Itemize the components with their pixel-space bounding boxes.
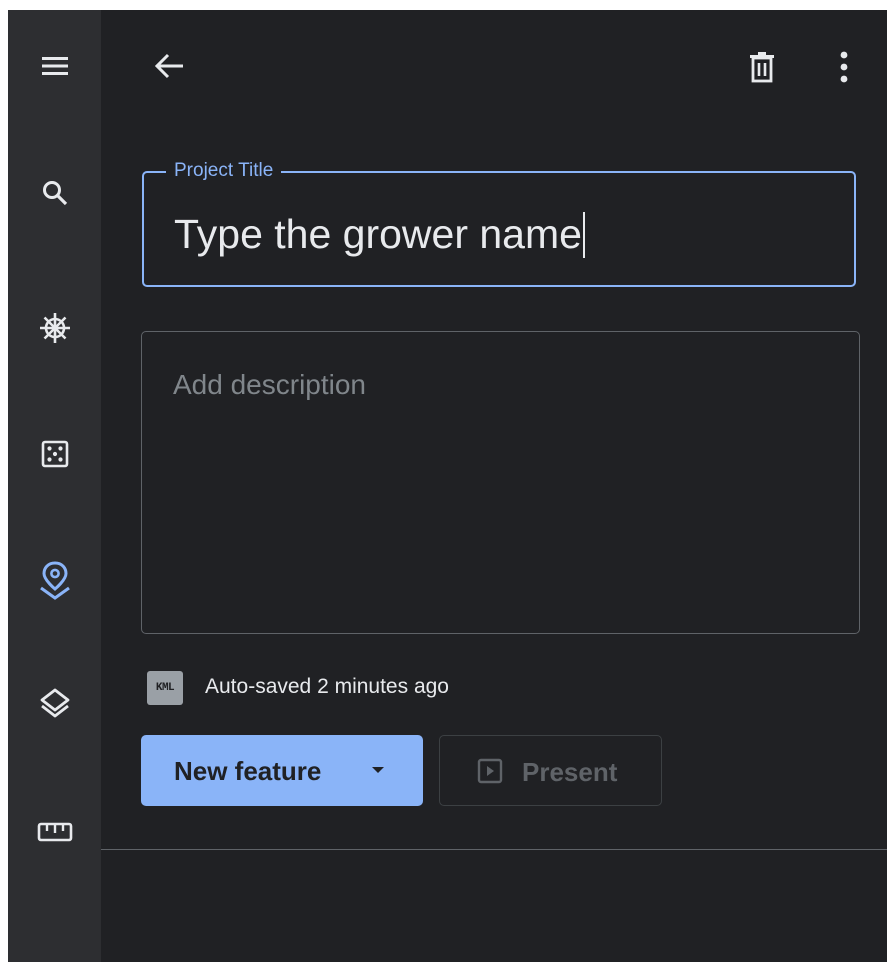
delete-project-button[interactable] xyxy=(738,43,786,91)
rail-search-button[interactable] xyxy=(8,163,101,223)
kml-file-icon: KML xyxy=(147,671,183,705)
description-placeholder: Add description xyxy=(173,369,367,400)
layers-icon xyxy=(40,688,69,718)
helm-icon xyxy=(39,313,70,343)
menu-icon xyxy=(41,57,68,75)
arrow-back-icon xyxy=(154,53,183,79)
trash-icon xyxy=(750,52,774,83)
slideshow-icon xyxy=(477,758,503,784)
rail-measure-button[interactable] xyxy=(8,802,101,862)
autosave-status: Auto-saved 2 minutes ago xyxy=(205,675,449,698)
new-feature-button[interactable]: New feature xyxy=(141,735,423,806)
more-options-button[interactable] xyxy=(820,43,868,91)
project-title-label: Project Title xyxy=(166,160,282,182)
rail-menu-button[interactable] xyxy=(8,36,101,96)
description-textarea[interactable]: Add description xyxy=(141,331,860,634)
caret-down-icon xyxy=(372,767,384,773)
new-feature-label: New feature xyxy=(174,756,322,786)
left-rail xyxy=(8,10,101,962)
app-window: Project Title Type the grower name Add d… xyxy=(8,10,887,962)
project-title-input[interactable]: Type the grower name xyxy=(174,209,585,259)
dice-icon xyxy=(41,440,68,468)
text-cursor xyxy=(582,212,585,258)
rail-map-style-button[interactable] xyxy=(8,673,101,733)
more-vert-icon xyxy=(840,51,848,83)
panel-divider xyxy=(101,849,887,850)
rail-voyager-button[interactable] xyxy=(8,298,101,358)
project-title-field[interactable]: Project Title Type the grower name xyxy=(142,160,856,287)
map-pin-icon xyxy=(39,561,70,600)
search-icon xyxy=(42,181,67,206)
present-label: Present xyxy=(522,757,618,787)
back-button[interactable] xyxy=(145,42,193,90)
present-button[interactable]: Present xyxy=(439,735,662,806)
rail-feeling-lucky-button[interactable] xyxy=(8,424,101,484)
project-panel: Project Title Type the grower name Add d… xyxy=(101,10,887,962)
project-title-value: Type the grower name xyxy=(174,211,582,257)
rail-projects-button[interactable] xyxy=(8,550,101,610)
ruler-icon xyxy=(37,822,72,842)
